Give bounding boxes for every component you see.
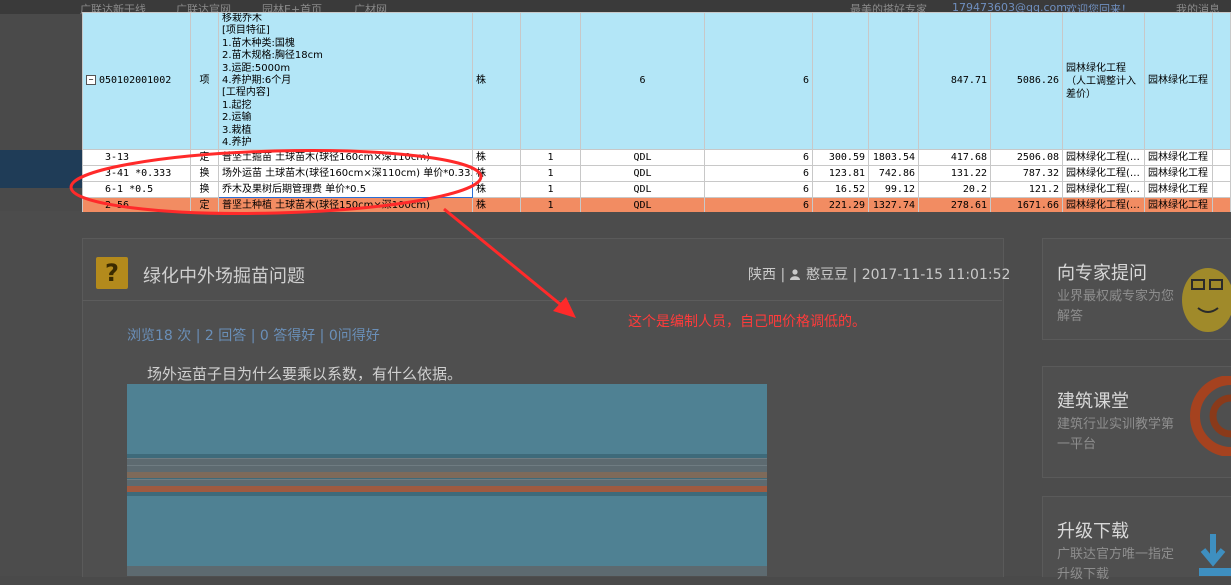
question-mark-icon: ? — [96, 257, 128, 289]
quota-price-cell: 300.59 — [812, 149, 869, 167]
sidebar-card-subtitle: 建筑行业实训教学第一平台 — [1057, 417, 1175, 452]
quota-amount-cell: 1327.74 — [868, 197, 919, 212]
quota-empty-cell — [1212, 149, 1231, 167]
item-profession-cell: 园林绿化工程（人工调整计入差价） — [1062, 12, 1145, 151]
quota-description-cell[interactable]: 乔木及果树后期管理费 单价*0.5 — [218, 181, 473, 199]
item-qty-expr-cell: 6 — [580, 12, 705, 151]
quota-qty-expr-cell: QDL — [580, 165, 705, 183]
divider — [82, 300, 1002, 301]
quota-empty-cell — [1212, 181, 1231, 199]
item-unit-price-cell: 847.71 — [918, 12, 991, 151]
item-type-cell: 项 — [190, 12, 219, 151]
mascot-icon — [1182, 268, 1231, 332]
quota-code-cell: 6-1 *0.5 — [82, 181, 191, 199]
quota-qty-cell: 6 — [704, 181, 813, 199]
quota-profession2-cell: 园林绿化工程 — [1144, 149, 1213, 167]
quota-qty-expr-cell: QDL — [580, 149, 705, 167]
item-qty-cell: 6 — [704, 12, 813, 151]
quota-profession-cell: 园林绿化工程(… — [1062, 181, 1145, 199]
download-icon — [1199, 534, 1231, 576]
quota-amount-cell: 1803.54 — [868, 149, 919, 167]
item-description-cell: 移栽乔木 [项目特征] 1.苗木种类:国槐 2.苗木规格:胸径18cm 3.运距… — [218, 12, 473, 151]
sidebar-card-title: 建筑课堂 — [1057, 391, 1129, 412]
sidebar-card-subtitle: 业界最权威专家为您解答 — [1057, 289, 1175, 324]
quota-unit-price-cell: 278.61 — [918, 197, 991, 212]
quota-empty-cell — [1212, 165, 1231, 183]
item-description-text: 移栽乔木 [项目特征] 1.苗木种类:国槐 2.苗木规格:胸径18cm 3.运距… — [222, 13, 323, 149]
quota-amount-cell: 742.86 — [868, 165, 919, 183]
question-region: 陕西 — [748, 267, 776, 283]
quota-description-cell[interactable]: 场外运苗 土球苗木(球径160cm×深110cm) 单价*0.333 — [218, 165, 473, 183]
user-icon — [789, 269, 800, 280]
quota-qty-expr-cell: QDL — [580, 181, 705, 199]
quota-row[interactable]: 2-56 定普坚土种植 土球苗木(球径150cm×深100cm) 株 1 QDL 6 221… — [82, 197, 1231, 212]
quota-empty-cell — [1212, 197, 1231, 212]
quota-unit-price-cell: 20.2 — [918, 181, 991, 199]
sidebar-card-title: 向专家提问 — [1057, 263, 1147, 284]
sidebar-card-title: 升级下载 — [1057, 521, 1129, 542]
quota-price-cell: 221.29 — [812, 197, 869, 212]
quota-qty-cell: 6 — [704, 165, 813, 183]
quota-profession2-cell: 园林绿化工程 — [1144, 181, 1213, 199]
quota-code-cell: 3-41 *0.333 — [82, 165, 191, 183]
item-total-cell: 5086.26 — [990, 12, 1063, 151]
question-stats: 浏览18 次 | 2 回答 | 0 答得好 | 0问得好 — [127, 328, 380, 344]
quota-row[interactable]: 3-13 定普坚土掘苗 土球苗木(球径160cm×深110cm) 株 1 QDL 6 300… — [82, 149, 1231, 167]
quota-unit-price-cell: 131.22 — [918, 165, 991, 183]
quota-unit-cell: 株 — [472, 149, 521, 167]
question-title: 绿化中外场掘苗问题 — [143, 266, 305, 287]
question-datetime: 2017-11-15 11:01:52 — [861, 267, 1011, 283]
quota-description-cell[interactable]: 普坚土种植 土球苗木(球径150cm×深100cm) — [218, 197, 473, 212]
quota-type-cell: 定 — [190, 149, 219, 167]
quota-qty-cell: 6 — [704, 197, 813, 212]
quota-total-cell: 121.2 — [990, 181, 1063, 199]
quota-profession-cell: 园林绿化工程(… — [1062, 165, 1145, 183]
quota-unit-price-cell: 417.68 — [918, 149, 991, 167]
quota-row[interactable]: 6-1 *0.5 换乔木及果树后期管理费 单价*0.5 株 1 QDL 6 16.52 99.… — [82, 181, 1231, 199]
quota-profession-cell: 园林绿化工程(… — [1062, 197, 1145, 212]
quota-profession2-cell: 园林绿化工程 — [1144, 165, 1213, 183]
quota-code-cell: 2-56 — [82, 197, 191, 212]
item-profession2-cell: 园林绿化工程 — [1144, 12, 1213, 151]
quota-unit-cell: 株 — [472, 197, 521, 212]
quota-profession2-cell: 园林绿化工程 — [1144, 197, 1213, 212]
item-amount-cell — [868, 12, 919, 151]
item-unit-cell: 株 — [472, 12, 521, 151]
quota-coef-cell: 1 — [520, 197, 581, 212]
quota-type-cell: 换 — [190, 181, 219, 199]
quota-coef-cell: 1 — [520, 149, 581, 167]
quota-unit-cell: 株 — [472, 181, 521, 199]
sidebar-card-subtitle: 广联达官方唯一指定升级下载 — [1057, 547, 1175, 582]
quota-qty-cell: 6 — [704, 149, 813, 167]
bill-item-row[interactable]: −050102001002 项 移栽乔木 [项目特征] 1.苗木种类:国槐 2.… — [82, 12, 1231, 151]
quota-qty-expr-cell: QDL — [580, 197, 705, 212]
quota-price-cell: 16.52 — [812, 181, 869, 199]
item-coef-cell — [520, 12, 581, 151]
quota-coef-cell: 1 — [520, 181, 581, 199]
question-meta: 陕西 | 憨豆豆 | 2017-11-15 11:01:52 — [748, 267, 1011, 283]
quota-type-cell: 换 — [190, 165, 219, 183]
quota-row[interactable]: 3-41 *0.333 换场外运苗 土球苗木(球径160cm×深110cm) 单价… — [82, 165, 1231, 183]
item-price-cell — [812, 12, 869, 151]
question-body: 场外运苗子目为什么要乘以系数，有什么依据。 — [147, 365, 463, 383]
quota-code-cell: 3-13 — [82, 149, 191, 167]
quota-profession-cell: 园林绿化工程(… — [1062, 149, 1145, 167]
quota-price-cell: 123.81 — [812, 165, 869, 183]
header-banner-strip — [0, 150, 82, 188]
quota-coef-cell: 1 — [520, 165, 581, 183]
question-user[interactable]: 憨豆豆 — [806, 267, 848, 283]
item-code-cell: −050102001002 — [82, 12, 191, 151]
quota-total-cell: 2506.08 — [990, 149, 1063, 167]
quota-description-cell[interactable]: 普坚土掘苗 土球苗木(球径160cm×深110cm) — [218, 149, 473, 167]
collapse-icon[interactable]: − — [86, 75, 96, 86]
classroom-logo-icon — [1190, 376, 1231, 456]
annotation-note: 这个是编制人员，自己吧价格调低的。 — [628, 314, 866, 330]
quota-total-cell: 787.32 — [990, 165, 1063, 183]
attached-screenshot-thumbnail[interactable] — [127, 384, 767, 576]
quota-total-cell: 1671.66 — [990, 197, 1063, 212]
quota-type-cell: 定 — [190, 197, 219, 212]
quota-spreadsheet: −050102001002 项 移栽乔木 [项目特征] 1.苗木种类:国槐 2.… — [82, 12, 1231, 212]
quota-amount-cell: 99.12 — [868, 181, 919, 199]
quota-unit-cell: 株 — [472, 165, 521, 183]
